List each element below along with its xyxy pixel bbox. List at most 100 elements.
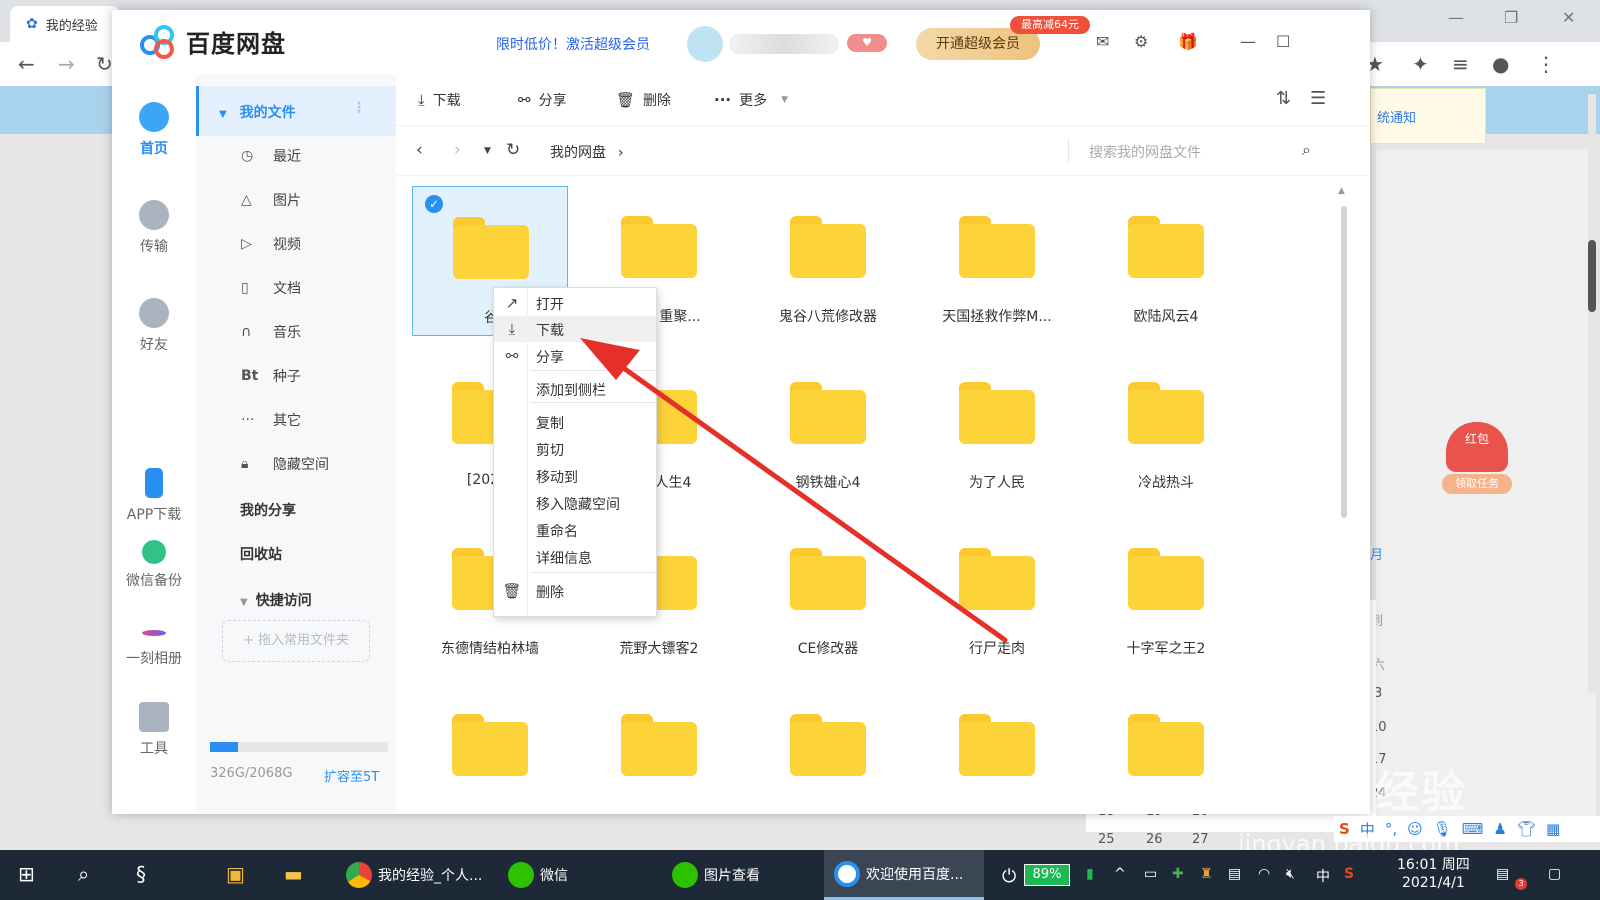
skin-icon[interactable]: 👕︎: [1517, 820, 1536, 838]
gift-icon[interactable]: 🎁: [1178, 32, 1198, 51]
taskbar-app-image-viewer[interactable]: 图片查看: [662, 850, 812, 900]
folder-tile[interactable]: 钢铁雄心4: [750, 352, 906, 502]
task-view-icon[interactable]: §: [136, 862, 146, 886]
page-scrollbar-thumb[interactable]: [1588, 240, 1596, 312]
delete-button[interactable]: 🗑︎ 删除: [616, 90, 671, 110]
context-menu-item[interactable]: ⤓ 下载: [494, 316, 656, 342]
folder-tile[interactable]: 天国拯救作弊M...: [919, 186, 1075, 336]
extension-icon[interactable]: ✦: [1412, 52, 1429, 76]
quick-access-dropzone[interactable]: + 拖入常用文件夹: [222, 620, 370, 662]
sidebar-recycle-bin[interactable]: 回收站: [240, 544, 282, 564]
nav-friends[interactable]: 好友: [112, 298, 196, 354]
keyboard-icon[interactable]: ⌨: [1462, 820, 1484, 838]
red-packet-widget[interactable]: 红包 领取任务: [1442, 422, 1512, 500]
sidebar-item-music[interactable]: ∩ 音乐: [196, 322, 396, 342]
mail-icon[interactable]: ✉: [1096, 32, 1109, 51]
context-menu-item[interactable]: 移入隐藏空间: [494, 490, 656, 516]
avatar[interactable]: [687, 26, 723, 62]
folder-tile[interactable]: CE修改器: [750, 518, 906, 668]
nav-wechat-backup[interactable]: 微信备份: [112, 540, 196, 590]
taskbar-app-chrome[interactable]: 我的经验_个人...: [336, 850, 488, 900]
folder-tile[interactable]: 为了人民: [919, 352, 1075, 502]
download-button[interactable]: ⤓ 下载: [418, 90, 461, 110]
calendar-day[interactable]: 27: [1192, 832, 1209, 847]
context-menu-item[interactable]: 🗑︎ 删除: [494, 578, 656, 604]
expand-storage-link[interactable]: 扩容至5T: [324, 766, 379, 785]
browser-menu-icon[interactable]: ⋮: [1536, 52, 1556, 76]
username-blurred[interactable]: [729, 34, 839, 54]
path-forward-icon[interactable]: ›: [454, 140, 461, 160]
promo-link[interactable]: 限时低价！激活超级会员: [496, 34, 650, 54]
taskbar-app-wechat[interactable]: 微信: [498, 850, 648, 900]
back-icon[interactable]: ←: [18, 52, 35, 76]
sidebar-item-other[interactable]: ··· 其它: [196, 410, 396, 430]
browser-minimize-icon[interactable]: —: [1448, 8, 1464, 27]
context-menu-item[interactable]: 详细信息: [494, 544, 656, 570]
search-icon[interactable]: ⌕: [78, 862, 89, 886]
breadcrumb-root[interactable]: 我的网盘: [550, 145, 606, 161]
tray-app-icon[interactable]: ✚: [1172, 866, 1184, 882]
calendar-day[interactable]: 25: [1098, 832, 1115, 847]
breadcrumb[interactable]: 我的网盘 ›: [550, 142, 624, 162]
history-dropdown-icon[interactable]: ▼: [484, 146, 491, 156]
forward-icon[interactable]: →: [58, 52, 75, 76]
more-vertical-icon[interactable]: ⋮: [352, 100, 366, 116]
taskbar-app-baidu-pan[interactable]: 欢迎使用百度...: [824, 850, 984, 900]
sidebar-item-torrents[interactable]: Bt 种子: [196, 366, 396, 386]
notice-box[interactable]: 统通知: [1370, 88, 1486, 144]
sidebar-quick-access[interactable]: ▼ 快捷访问: [240, 590, 312, 610]
search-icon[interactable]: ⌕: [1302, 140, 1311, 160]
folder-tile[interactable]: 欧陆风云4: [1088, 186, 1244, 336]
folder-tile[interactable]: [919, 684, 1075, 806]
notification-icon[interactable]: ▤: [1496, 866, 1509, 882]
context-menu-item[interactable]: 移动到: [494, 463, 656, 489]
context-menu-item[interactable]: ⚯ 分享: [494, 343, 656, 369]
maximize-icon[interactable]: ☐: [1276, 32, 1290, 51]
folder-tile[interactable]: 十字军之王2: [1088, 518, 1244, 668]
nav-transfer[interactable]: 传输: [112, 200, 196, 256]
sidebar-item-images[interactable]: △ 图片: [196, 190, 396, 210]
volume-muted-icon[interactable]: 🔇︎: [1286, 866, 1295, 882]
wifi-icon[interactable]: ◠: [1258, 866, 1270, 882]
windows-start-icon[interactable]: ⊞: [18, 862, 35, 886]
red-packet-button[interactable]: 领取任务: [1442, 474, 1512, 494]
sidebar-item-recent[interactable]: ◷ 最近: [196, 146, 396, 166]
more-button[interactable]: ··· 更多 ▼: [714, 90, 788, 110]
usb-icon[interactable]: ▭: [1144, 866, 1157, 882]
user-icon[interactable]: ♟: [1493, 820, 1506, 838]
sidebar-item-videos[interactable]: ▷ 视频: [196, 234, 396, 254]
context-menu-item[interactable]: 重命名: [494, 517, 656, 543]
folder-tile[interactable]: [581, 684, 737, 806]
calendar-day[interactable]: 26: [1146, 832, 1163, 847]
sidebar-my-share[interactable]: 我的分享: [240, 500, 296, 520]
folder-tile[interactable]: 冷战热斗: [1088, 352, 1244, 502]
store-icon[interactable]: ▣: [226, 862, 245, 886]
display-icon[interactable]: ▤: [1228, 866, 1241, 882]
list-view-icon[interactable]: ☰: [1310, 88, 1326, 109]
reading-list-icon[interactable]: ≡: [1452, 52, 1469, 76]
folder-tile[interactable]: [1088, 684, 1244, 806]
battery-indicator[interactable]: 89%: [1024, 864, 1070, 886]
system-clock[interactable]: 16:01 周四 2021/4/1: [1397, 856, 1470, 892]
browser-tab[interactable]: ✿ 我的经验: [10, 6, 120, 42]
nav-app-download[interactable]: APP下载: [112, 468, 196, 524]
refresh-icon[interactable]: ↻: [506, 140, 520, 160]
tray-expand-icon[interactable]: ^: [1114, 866, 1126, 882]
checkmark-icon[interactable]: ✓: [425, 195, 443, 213]
path-back-icon[interactable]: ‹: [416, 140, 423, 160]
folder-tile[interactable]: 行尸走肉: [919, 518, 1075, 668]
settings-icon[interactable]: ⚙: [1134, 32, 1148, 51]
minimize-icon[interactable]: —: [1240, 32, 1256, 51]
context-menu-item[interactable]: ↗ 打开: [494, 290, 656, 316]
page-scrollbar[interactable]: [1588, 94, 1596, 694]
battery-saver-icon[interactable]: ▮: [1086, 866, 1094, 882]
context-menu-item[interactable]: 剪切: [494, 436, 656, 462]
context-menu-item[interactable]: 复制: [494, 409, 656, 435]
sort-icon[interactable]: ⇅: [1276, 88, 1291, 109]
sogou-s-icon[interactable]: S: [1344, 866, 1354, 882]
nav-album[interactable]: 一刻相册: [112, 618, 196, 668]
sidebar-item-hidden-space[interactable]: 🔒︎ 隐藏空间: [196, 454, 396, 474]
share-button[interactable]: ⚯ 分享: [518, 90, 567, 110]
context-menu-item[interactable]: 添加到侧栏: [494, 376, 656, 402]
sidebar-my-files[interactable]: ▼ 我的文件 ⋮: [196, 86, 396, 136]
